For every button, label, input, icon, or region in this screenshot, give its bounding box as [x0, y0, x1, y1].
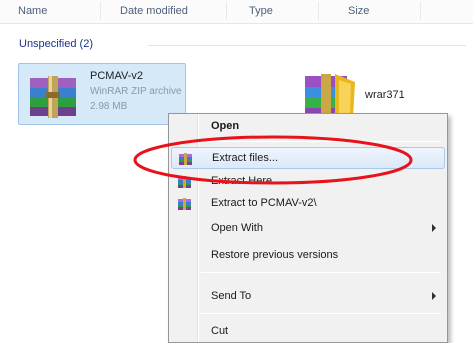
winrar-extract-icon: [178, 198, 191, 210]
menu-separator: [201, 272, 441, 273]
menu-item-restore-previous-versions[interactable]: Restore previous versions: [171, 245, 445, 267]
file-item-pcmav[interactable]: PCMAV-v2 WinRAR ZIP archive 2.98 MB: [18, 63, 186, 125]
menu-item-label: Send To: [211, 290, 252, 302]
winrar-archive-icon: [30, 76, 76, 118]
group-divider: [148, 45, 466, 46]
menu-item-label: Extract files...: [212, 152, 279, 164]
column-header-type[interactable]: Type: [249, 5, 273, 17]
menu-item-send-to[interactable]: Send To: [171, 286, 445, 308]
menu-item-label: Extract Here: [211, 175, 273, 187]
column-divider[interactable]: [100, 2, 101, 20]
submenu-arrow-icon: [432, 224, 436, 232]
column-header-size[interactable]: Size: [348, 5, 369, 17]
menu-item-extract-here[interactable]: Extract Here: [171, 171, 445, 193]
file-name[interactable]: wrar371: [365, 89, 405, 101]
column-divider[interactable]: [318, 2, 319, 20]
menu-item-extract-to[interactable]: Extract to PCMAV-v2\: [171, 193, 445, 215]
menu-item-label: Open: [211, 120, 240, 132]
column-divider[interactable]: [226, 2, 227, 20]
menu-separator: [201, 141, 441, 142]
menu-item-cut[interactable]: Cut: [171, 321, 445, 343]
menu-item-open-with[interactable]: Open With: [171, 218, 445, 240]
file-size: 2.98 MB: [90, 101, 128, 112]
group-label[interactable]: Unspecified (2): [19, 38, 93, 50]
context-menu: Open Extract files... Extract Here Extra…: [168, 113, 448, 343]
column-header-date-modified[interactable]: Date modified: [120, 5, 188, 17]
menu-item-label: Cut: [211, 325, 229, 337]
menu-item-label: Open With: [211, 222, 263, 234]
menu-item-label: Extract to PCMAV-v2\: [211, 197, 317, 209]
winrar-extract-icon: [179, 153, 192, 165]
menu-separator: [201, 313, 441, 314]
menu-item-label: Restore previous versions: [211, 249, 339, 261]
winrar-extract-icon: [178, 176, 191, 188]
file-type: WinRAR ZIP archive: [90, 86, 182, 97]
file-name: PCMAV-v2: [90, 70, 143, 82]
column-header-bar: Name Date modified Type Size: [0, 0, 473, 24]
column-divider[interactable]: [420, 2, 421, 20]
menu-item-extract-files[interactable]: Extract files...: [171, 147, 445, 169]
submenu-arrow-icon: [432, 292, 436, 300]
column-header-name[interactable]: Name: [18, 5, 47, 17]
menu-item-open[interactable]: Open: [171, 116, 445, 138]
